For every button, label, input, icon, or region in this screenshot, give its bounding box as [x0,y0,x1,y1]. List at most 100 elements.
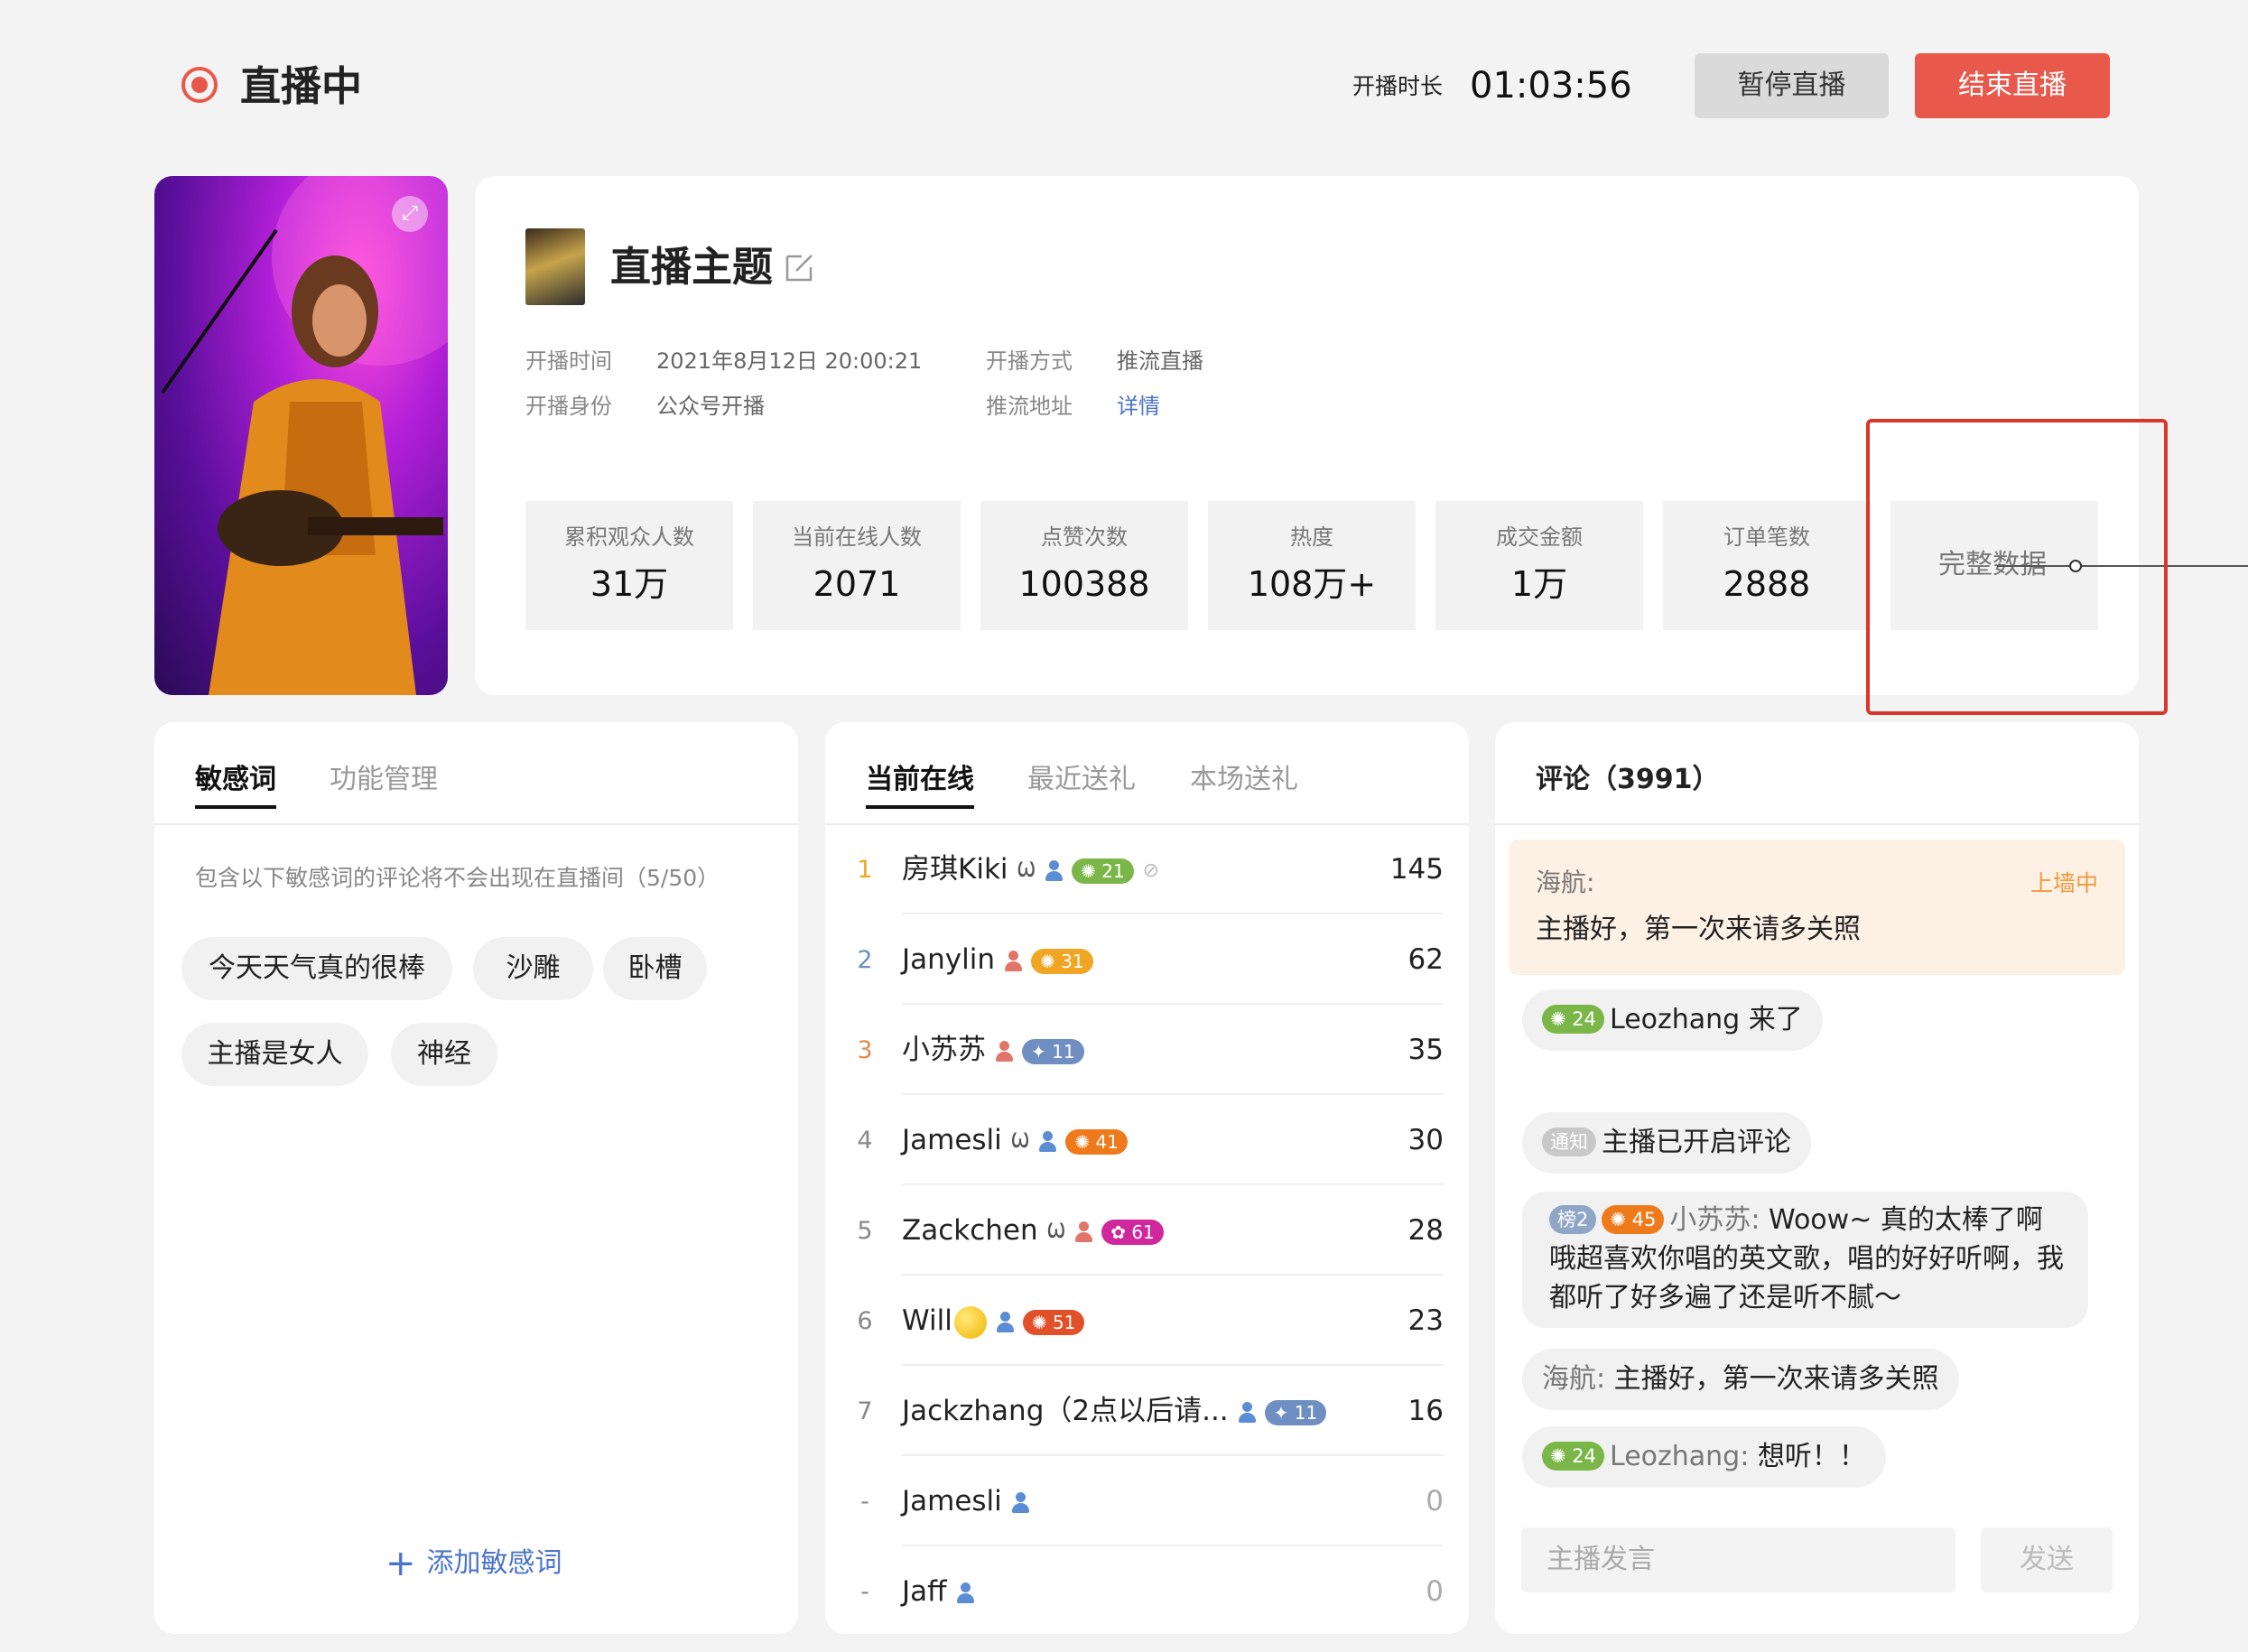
user-name: Jaff [902,1575,947,1608]
user-count: 145 [1389,853,1444,886]
stream-url-label: 推流地址 [986,394,1073,419]
identity-value: 公众号开播 [656,394,765,419]
table-row[interactable]: 2 Janylin ✺ 31 62 [825,914,1469,1005]
stream-url-details-link[interactable]: 详情 [1117,391,1160,422]
user-icon [1011,1491,1029,1514]
edit-icon[interactable] [784,251,816,283]
pinned-comment-text: 主播好，第一次来请多关照 [1536,914,1861,945]
sensitive-word-chip[interactable]: 今天天气真的很棒 [181,937,452,1000]
stat-label: 成交金额 [1496,524,1583,550]
sensitive-word-chip[interactable]: 神经 [391,1023,497,1086]
host-message-input[interactable]: 主播发言 [1521,1527,1955,1592]
user-name-cell: Jaff [902,1573,974,1610]
table-row[interactable]: - Jaff 0 [825,1546,1469,1634]
online-tabs: 当前在线 最近送礼 本场送礼 [825,722,1469,825]
comment-item[interactable]: ✺ 24 Leozhang: 想听！！ [1522,1426,1886,1488]
sensitive-tabs: 敏感词 功能管理 [154,722,798,825]
stat-online-now: 当前在线人数 2071 [753,501,961,630]
user-name-cell: Jamesli [902,1483,1029,1519]
stat-heat: 热度 108万+ [1208,501,1416,630]
send-button[interactable]: 发送 [1981,1527,2113,1592]
table-row[interactable]: 4 Jamesli Ѡ ✺ 41 30 [825,1095,1469,1185]
user-name: Jackzhang（2点以后请... [902,1395,1229,1427]
on-wall-tag: 上墙中 [2030,870,2098,896]
live-cover-image: ⤢ [154,176,448,695]
comment-item[interactable]: 榜2 ✺ 45 小苏苏: Woow~ 真的太棒了啊哦超喜欢你唱的英文歌，唱的好好听啊… [1522,1192,2088,1328]
level-value: 21 [1101,859,1125,882]
user-count: 35 [1407,1034,1444,1066]
level-badge: ✦ 11 [1022,1038,1084,1064]
pinned-comment-author: 海航: [1536,868,1595,897]
tab-session-gifts[interactable]: 本场送礼 [1190,762,1298,798]
user-icon [995,1040,1013,1063]
entry-message[interactable]: ✺ 24 Leozhang 来了 [1522,989,1823,1051]
table-row[interactable]: 7 Jackzhang（2点以后请... ✦ 11 16 [825,1366,1469,1456]
level-badge: ✺ 31 [1031,948,1093,974]
level-value: 11 [1294,1401,1318,1424]
sensitive-word-chip[interactable]: 卧槽 [603,937,707,1000]
sensitive-hint: 包含以下敏感词的评论将不会出现在直播间（5/50） [195,865,720,891]
stat-label: 订单笔数 [1723,524,1810,550]
tab-sensitive-words[interactable]: 敏感词 [195,762,276,809]
identity-label: 开播身份 [525,394,612,419]
sensitive-word-chip[interactable]: 沙雕 [473,937,593,1000]
comments-title: 评论（3991） [1536,764,1720,795]
level-badge: ✿ 61 [1101,1219,1164,1245]
coin-emoji-icon [953,1305,987,1339]
plus-icon: + [386,1543,416,1584]
stat-label: 热度 [1290,524,1333,550]
rank: 3 [857,1036,873,1064]
user-icon [1004,950,1023,972]
level-badge: ✺ 51 [1022,1309,1085,1335]
pause-live-button[interactable]: 暂停直播 [1695,53,1889,118]
online-users-panel: 当前在线 最近送礼 本场送礼 1 房琪Kiki Ѡ ✺ 21 ⊘ 145 2 Jany… [825,722,1469,1634]
level-badge: ✺ 24 [1542,1005,1605,1034]
notice-message: 通知 主播已开启评论 [1522,1112,1811,1174]
rank: 7 [857,1397,873,1425]
table-row[interactable]: - Jamesli 0 [825,1456,1469,1546]
user-icon [1238,1401,1256,1424]
stat-label: 累积观众人数 [564,524,694,550]
comment-item[interactable]: 海航: 主播好，第一次来请多关照 [1522,1349,1959,1410]
tab-feature-management[interactable]: 功能管理 [330,762,438,798]
stream-mode-value: 推流直播 [1117,348,1203,374]
user-name: Will [902,1304,952,1337]
user-icon [996,1311,1014,1333]
rank: - [860,1578,869,1606]
rank: 2 [857,946,873,974]
user-name: Zackchen [902,1214,1038,1247]
pinned-comment[interactable]: 海航: 主播好，第一次来请多关照 上墙中 [1509,840,2125,975]
user-count: 62 [1407,943,1444,976]
add-sensitive-word-button[interactable]: + 添加敏感词 [386,1545,562,1582]
start-time-label: 开播时间 [525,348,612,374]
sensitive-word-chip[interactable]: 主播是女人 [181,1023,368,1086]
user-icon [1045,859,1064,882]
live-status: 直播中 [240,62,363,110]
stat-value: 2071 [813,564,901,604]
level-value: 41 [1095,1130,1119,1153]
tab-online-now[interactable]: 当前在线 [866,762,974,809]
tab-recent-gifts[interactable]: 最近送礼 [1027,762,1136,798]
level-badge: ✦ 11 [1264,1399,1327,1425]
table-row[interactable]: 5 Zackchen Ѡ ✿ 61 28 [825,1185,1469,1276]
expand-icon[interactable]: ⤢ [392,196,428,232]
end-live-button[interactable]: 结束直播 [1915,53,2110,118]
annotation-highlight-box [1866,419,2168,715]
user-name-cell: Zackchen Ѡ ✿ 61 [902,1212,1164,1250]
user-icon [1038,1130,1057,1153]
table-row[interactable]: 3 小苏苏 ✦ 11 35 [825,1005,1469,1095]
level-badge: ✺ 24 [1542,1442,1605,1471]
table-row[interactable]: 6 Will ✺ 51 23 [825,1276,1469,1366]
level-value: 24 [1572,1445,1597,1467]
table-row[interactable]: 1 房琪Kiki Ѡ ✺ 21 ⊘ 145 [825,824,1469,914]
mute-icon[interactable]: ⊘ [1143,853,1159,889]
start-time-value: 2021年8月12日 20:00:21 [656,348,923,374]
user-count: 30 [1407,1124,1444,1156]
notice-badge: 通知 [1542,1128,1596,1156]
rank-badge: 榜2 [1549,1205,1597,1234]
stat-value: 31万 [590,564,669,604]
user-count: 16 [1407,1395,1444,1427]
rank: 6 [857,1307,873,1335]
comments-panel: 评论（3991） 海航: 主播好，第一次来请多关照 上墙中 ✺ 24 Leozha… [1495,722,2139,1634]
comment-author: 海航: [1542,1363,1606,1395]
